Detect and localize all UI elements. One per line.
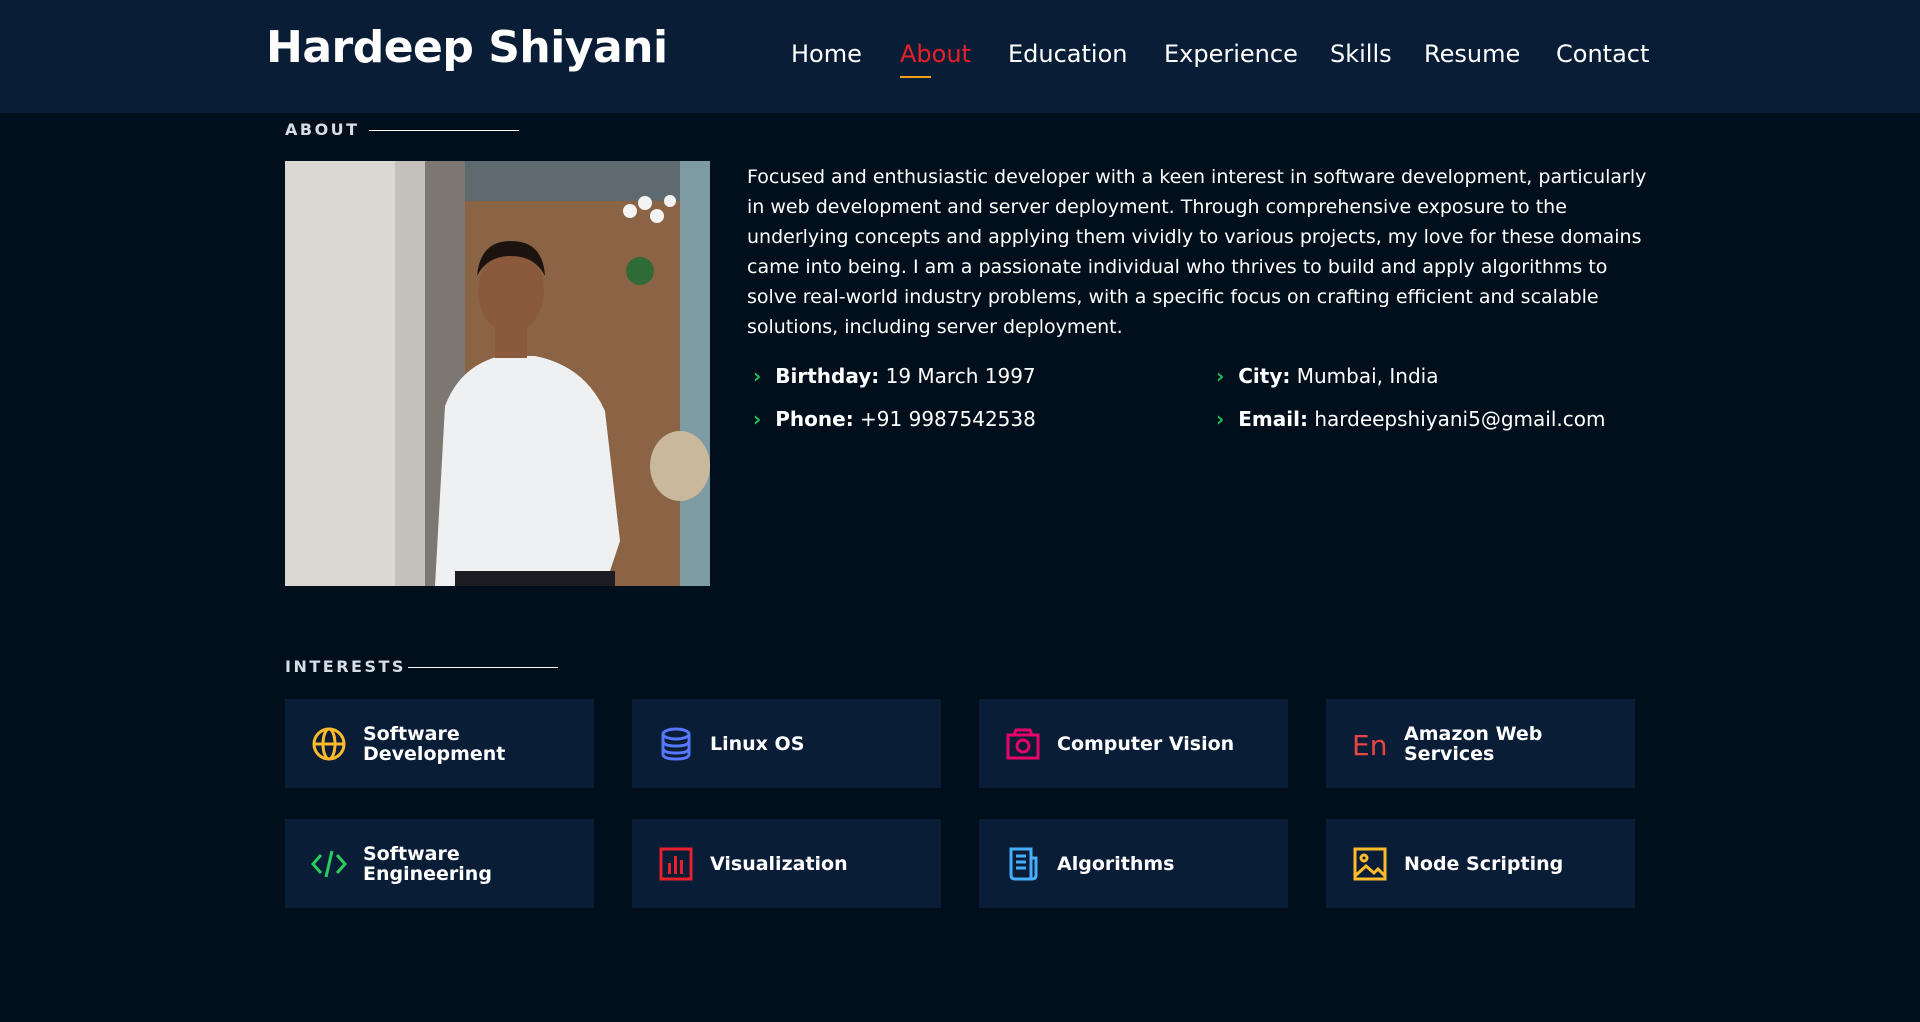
email-label: Email: xyxy=(1238,407,1308,431)
interest-label: Algorithms xyxy=(1057,852,1175,875)
nav-experience[interactable]: Experience xyxy=(1164,40,1298,68)
translate-icon: En xyxy=(1352,726,1388,762)
interest-card-computer-vision[interactable]: Computer Vision xyxy=(979,699,1288,788)
email-value[interactable]: hardeepshiyani5@gmail.com xyxy=(1314,407,1605,431)
document-icon xyxy=(1005,846,1041,882)
chevron-right-icon: › xyxy=(753,407,762,431)
interest-label: Software Development xyxy=(363,722,506,765)
interest-card-software-engineering[interactable]: Software Engineering xyxy=(285,819,594,908)
interest-card-visualization[interactable]: Visualization xyxy=(632,819,941,908)
nav-resume[interactable]: Resume xyxy=(1424,40,1520,68)
bar-chart-icon xyxy=(658,846,694,882)
city-value: Mumbai, India xyxy=(1296,364,1439,388)
chevron-right-icon: › xyxy=(753,364,762,388)
birthday-value: 19 March 1997 xyxy=(885,364,1036,388)
phone-label: Phone: xyxy=(775,407,854,431)
image-icon xyxy=(1352,846,1388,882)
email-info: › Email: hardeepshiyani5@gmail.com xyxy=(1216,407,1605,431)
phone-info: › Phone: +91 9987542538 xyxy=(753,407,1036,431)
interest-card-amazon-web-services[interactable]: En Amazon Web Services xyxy=(1326,699,1635,788)
profile-photo xyxy=(285,161,710,586)
interests-section-title: INTERESTS xyxy=(285,657,406,676)
interest-card-software-development[interactable]: Software Development xyxy=(285,699,594,788)
interest-label: Visualization xyxy=(710,852,848,875)
camera-icon xyxy=(1005,726,1041,762)
city-info: › City: Mumbai, India xyxy=(1216,364,1438,388)
phone-value: +91 9987542538 xyxy=(860,407,1036,431)
nav-about[interactable]: About xyxy=(900,40,971,68)
nav-education[interactable]: Education xyxy=(1008,40,1127,68)
about-description: Focused and enthusiastic developer with … xyxy=(747,166,1647,338)
interest-label: Computer Vision xyxy=(1057,732,1235,755)
about-title-line xyxy=(369,130,519,131)
interest-card-node-scripting[interactable]: Node Scripting xyxy=(1326,819,1635,908)
interest-label: Node Scripting xyxy=(1404,852,1564,875)
nav-home[interactable]: Home xyxy=(791,40,862,68)
interests-title-line xyxy=(408,667,558,668)
code-icon xyxy=(311,846,347,882)
active-nav-underline xyxy=(900,76,931,78)
svg-text:En: En xyxy=(1352,729,1387,762)
interest-card-algorithms[interactable]: Algorithms xyxy=(979,819,1288,908)
birthday-info: › Birthday: 19 March 1997 xyxy=(753,364,1036,388)
site-header: Hardeep Shiyani Home About Education Exp… xyxy=(0,0,1920,113)
main-nav: Home About Education Experience Skills R… xyxy=(0,0,1920,113)
interest-label: Software Engineering xyxy=(363,842,492,885)
about-section-title: ABOUT xyxy=(285,120,360,139)
nav-skills[interactable]: Skills xyxy=(1330,40,1392,68)
chevron-right-icon: › xyxy=(1216,407,1225,431)
interest-card-linux-os[interactable]: Linux OS xyxy=(632,699,941,788)
city-label: City: xyxy=(1238,364,1291,388)
nav-contact[interactable]: Contact xyxy=(1556,40,1649,68)
globe-icon xyxy=(311,726,347,762)
database-icon xyxy=(658,726,694,762)
chevron-right-icon: › xyxy=(1216,364,1225,388)
interest-label: Amazon Web Services xyxy=(1404,722,1543,765)
birthday-label: Birthday: xyxy=(775,364,880,388)
interest-label: Linux OS xyxy=(710,732,805,755)
